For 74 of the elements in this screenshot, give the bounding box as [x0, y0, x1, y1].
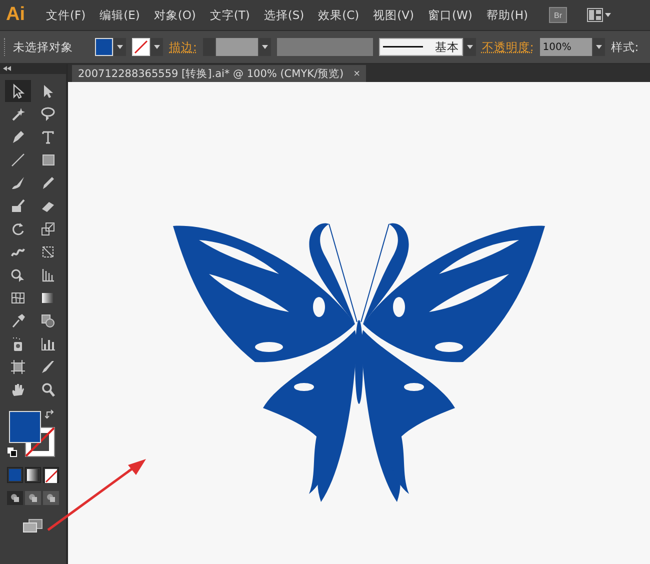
- menu-item[interactable]: 编辑(E): [92, 8, 147, 22]
- app-logo: Ai: [6, 4, 25, 26]
- draw-mode-button[interactable]: [25, 491, 41, 505]
- document-tab[interactable]: 200712288365559 [转换].ai* @ 100% (CMYK/预览) ×: [72, 65, 366, 82]
- artboard-icon: [10, 359, 26, 375]
- hand-icon: [10, 382, 26, 398]
- opacity-dropdown[interactable]: [592, 38, 605, 56]
- pencil-icon: [40, 175, 56, 191]
- menu-item[interactable]: 文字(T): [202, 8, 257, 22]
- mesh-icon: [10, 290, 26, 306]
- brush-icon: [10, 175, 26, 191]
- line-icon: [10, 152, 26, 168]
- eyedropper-icon: [10, 313, 26, 329]
- opacity-label[interactable]: 不透明度:: [482, 40, 534, 54]
- selection-status: 未选择对象: [13, 40, 73, 54]
- fill-dropdown[interactable]: [114, 38, 126, 56]
- stroke-weight-dropdown[interactable]: [258, 38, 271, 56]
- menu-item[interactable]: 选择(S): [256, 8, 312, 22]
- swap-arrow-icon[interactable]: [45, 409, 55, 419]
- lasso-icon: [40, 106, 56, 122]
- caret-icon: [466, 45, 473, 49]
- menu-item[interactable]: 对象(O): [146, 8, 203, 22]
- bridge-button[interactable]: Br: [549, 7, 567, 23]
- free-transform-icon: [40, 244, 56, 260]
- caret-icon: [117, 45, 123, 49]
- stroke-dropdown[interactable]: [151, 38, 163, 56]
- caret-icon: [262, 45, 268, 49]
- caret-icon: [596, 45, 602, 49]
- overlapping-circles-icon: [10, 493, 20, 503]
- none-button[interactable]: [43, 467, 59, 483]
- screens-icon: [23, 519, 43, 533]
- knife-icon: [40, 359, 56, 375]
- menu-item[interactable]: 效果(C): [311, 8, 366, 22]
- style-label: 样式:: [610, 40, 639, 54]
- layout-icon: [587, 8, 603, 22]
- opacity-field[interactable]: 100%: [540, 38, 592, 56]
- brush-dropdown[interactable]: 基本: [378, 38, 463, 56]
- caret-icon: [154, 45, 160, 49]
- blend-icon: [40, 313, 56, 329]
- stroke-label[interactable]: 描边:: [169, 40, 197, 54]
- default-colors-icon[interactable]: [7, 447, 17, 457]
- screen-mode-button[interactable]: [21, 517, 45, 535]
- color-button[interactable]: [7, 467, 23, 483]
- rectangle-icon: [40, 152, 56, 168]
- fill-color-swatch[interactable]: [9, 411, 41, 443]
- collapse-icon[interactable]: [3, 66, 11, 71]
- fill-swatch[interactable]: [95, 38, 113, 56]
- zoom-icon: [40, 382, 56, 398]
- scale-icon: [40, 221, 56, 237]
- stroke-swatch[interactable]: [132, 38, 150, 56]
- shape-builder-icon: [10, 267, 26, 283]
- menu-item[interactable]: 帮助(H): [479, 8, 535, 22]
- type-tool-icon: [40, 129, 56, 145]
- gradient-icon: [40, 290, 56, 306]
- overlapping-circles-icon: [46, 493, 56, 503]
- overlapping-circles-icon: [28, 493, 38, 503]
- menu-item[interactable]: 视图(V): [366, 8, 422, 22]
- brush-dropdown-caret[interactable]: [464, 38, 476, 56]
- close-button[interactable]: ×: [354, 68, 360, 80]
- stroke-weight-field[interactable]: [216, 38, 258, 56]
- draw-mode-button[interactable]: [43, 491, 59, 505]
- bar-graph-icon: [40, 336, 56, 352]
- selection-tool-button[interactable]: [5, 80, 31, 102]
- pen-icon: [10, 129, 26, 145]
- menu-item[interactable]: 文件(F): [39, 8, 93, 22]
- gradient-button[interactable]: [25, 467, 41, 483]
- magic-wand-icon: [10, 106, 26, 122]
- blob-brush-icon: [10, 198, 26, 214]
- workspace-switcher[interactable]: [587, 8, 611, 22]
- menu-item[interactable]: 窗口(W): [421, 8, 480, 22]
- document-title: 200712288365559 [转换].ai* @ 100% (CMYK/预览): [78, 66, 344, 80]
- caret-icon: [605, 13, 611, 17]
- draw-mode-button[interactable]: [7, 491, 23, 505]
- rotate-icon: [10, 221, 26, 237]
